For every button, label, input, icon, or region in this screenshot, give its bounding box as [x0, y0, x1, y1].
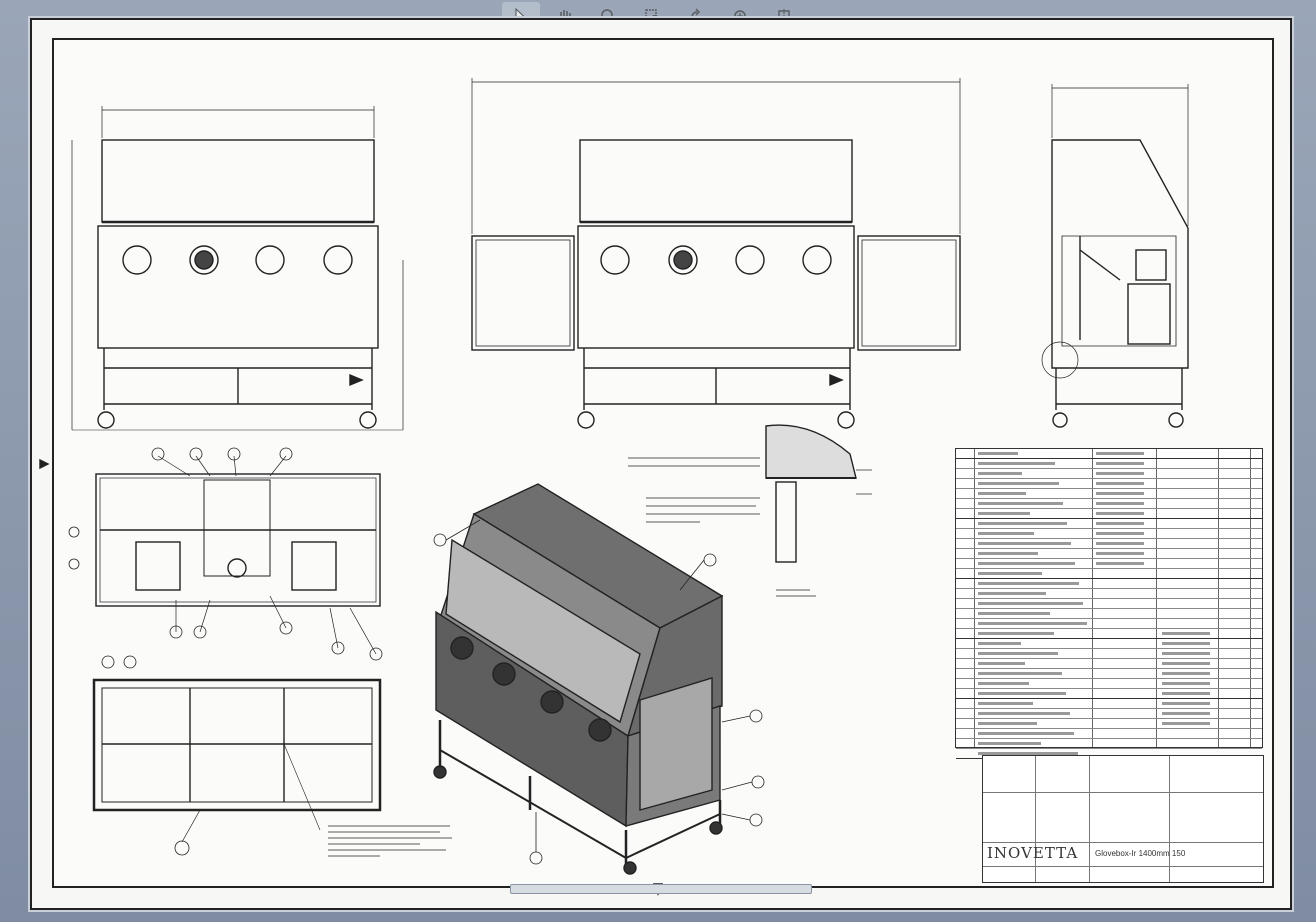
bom-row	[956, 689, 1262, 699]
bom-row	[956, 629, 1262, 639]
detail-view	[765, 424, 872, 563]
bom-row	[956, 489, 1262, 499]
bom-row	[956, 669, 1262, 679]
bom-row	[956, 549, 1262, 559]
bom-row	[956, 579, 1262, 589]
bom-row	[956, 509, 1262, 519]
front-view-doors-open	[471, 78, 961, 429]
top-view	[68, 447, 383, 661]
bom-row	[956, 739, 1262, 749]
front-view	[71, 106, 404, 431]
bom-row	[956, 609, 1262, 619]
bom-row	[956, 589, 1262, 599]
bom-row	[956, 679, 1262, 689]
bom-row	[956, 699, 1262, 709]
bom-row	[956, 709, 1262, 719]
bom-row	[956, 599, 1262, 609]
bill-of-materials-table[interactable]	[955, 448, 1263, 759]
bom-row	[956, 649, 1262, 659]
bom-row	[956, 619, 1262, 629]
bom-row	[956, 479, 1262, 489]
bom-row	[956, 449, 1262, 459]
side-view	[1041, 84, 1189, 428]
bom-row	[956, 729, 1262, 739]
bom-row	[956, 469, 1262, 479]
isometric-view	[433, 483, 765, 875]
bom-row	[956, 529, 1262, 539]
drawing-title: Glovebox-Ir 1400mm 150	[1095, 849, 1186, 858]
bom-row	[956, 499, 1262, 509]
bom-row	[956, 539, 1262, 549]
title-block[interactable]: INOVETTA Glovebox-Ir 1400mm 150	[982, 755, 1264, 883]
bom-row	[956, 659, 1262, 669]
notes-block	[328, 825, 452, 857]
bom-row	[956, 639, 1262, 649]
company-logo: INOVETTA	[987, 844, 1079, 862]
bom-row	[956, 519, 1262, 529]
bom-row	[956, 719, 1262, 729]
bom-row	[956, 569, 1262, 579]
horizontal-scrollbar[interactable]	[510, 884, 812, 894]
bom-row	[956, 559, 1262, 569]
bom-row	[956, 459, 1262, 469]
